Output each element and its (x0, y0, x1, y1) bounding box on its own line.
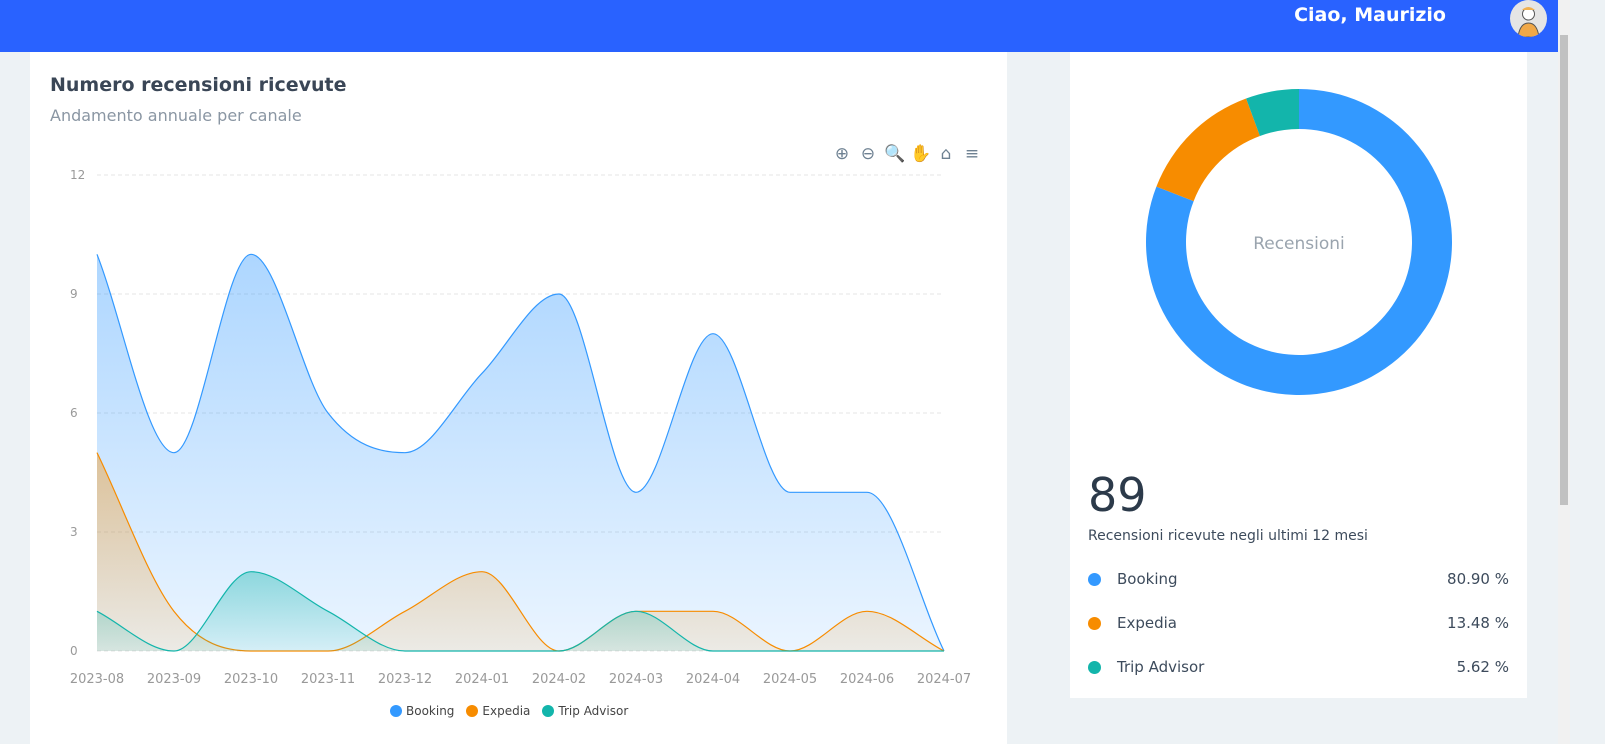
channel-label: Expedia (1117, 614, 1177, 632)
y-tick-label: 12 (70, 168, 85, 182)
channel-row: Expedia 13.48 % (1088, 614, 1509, 632)
channel-row: Booking 80.90 % (1088, 570, 1509, 588)
channel-dot (1088, 572, 1101, 586)
x-tick-label: 2023-10 (224, 672, 278, 687)
area-chart: 0 3 6 9 12 2023-08 2023-09 2023-10 2023-11 2023-1… (70, 168, 971, 687)
x-tick-label: 2024-07 (917, 672, 971, 687)
x-tick-label: 2023-12 (378, 672, 432, 687)
y-tick-label: 9 (70, 287, 78, 301)
channel-label: Trip Advisor (1117, 658, 1205, 676)
channel-row: Trip Advisor 5.62 % (1088, 658, 1509, 676)
legend-marker (390, 705, 402, 717)
x-tick-label: 2024-05 (763, 672, 817, 687)
legend-label: Booking (406, 704, 455, 718)
x-tick-label: 2024-02 (532, 672, 586, 687)
donut-slice-expedia[interactable] (1156, 98, 1260, 202)
donut-chart: Recensioni (1146, 89, 1452, 395)
donut-center-label: Recensioni (1253, 234, 1345, 254)
legend-marker (542, 705, 555, 717)
x-tick-label: 2023-08 (70, 672, 124, 687)
channel-dot (1088, 616, 1101, 630)
total-reviews: 89 (1088, 468, 1147, 522)
avatar[interactable] (1510, 0, 1547, 37)
y-tick-label: 6 (70, 406, 78, 420)
channel-label: Booking (1117, 570, 1178, 588)
x-tick-label: 2023-11 (301, 672, 355, 687)
legend-item[interactable]: Expedia (466, 704, 530, 718)
channel-percent: 80.90 % (1447, 570, 1509, 588)
reviews-chart-card: Numero recensioni ricevute Andamento ann… (30, 52, 1007, 744)
donut-card: Recensioni 89 Recensioni ricevute negli … (1070, 52, 1527, 698)
legend-label: Expedia (482, 704, 531, 718)
legend-item[interactable]: Booking (390, 704, 454, 718)
x-tick-label: 2024-06 (840, 672, 894, 687)
total-description: Recensioni ricevute negli ultimi 12 mesi (1088, 528, 1368, 544)
y-tick-label: 0 (70, 644, 78, 658)
y-tick-label: 3 (70, 525, 78, 539)
legend-item[interactable]: Trip Advisor (542, 704, 628, 718)
channel-percent: 5.62 % (1456, 658, 1509, 676)
x-tick-label: 2024-01 (455, 672, 509, 687)
user-greeting: Ciao, Maurizio (1294, 4, 1446, 26)
scrollbar[interactable] (1558, 0, 1570, 744)
x-tick-label: 2024-03 (609, 672, 663, 687)
channel-percent: 13.48 % (1447, 614, 1509, 632)
x-tick-label: 2024-04 (686, 672, 740, 687)
channel-dot (1088, 660, 1101, 674)
x-tick-label: 2023-09 (147, 672, 201, 687)
chart-legend: Booking Expedia Trip Advisor (390, 704, 628, 718)
legend-label: Trip Advisor (558, 704, 629, 718)
series-area-booking (97, 254, 944, 651)
top-header: Ciao, Maurizio (0, 0, 1558, 52)
legend-marker (466, 705, 479, 717)
